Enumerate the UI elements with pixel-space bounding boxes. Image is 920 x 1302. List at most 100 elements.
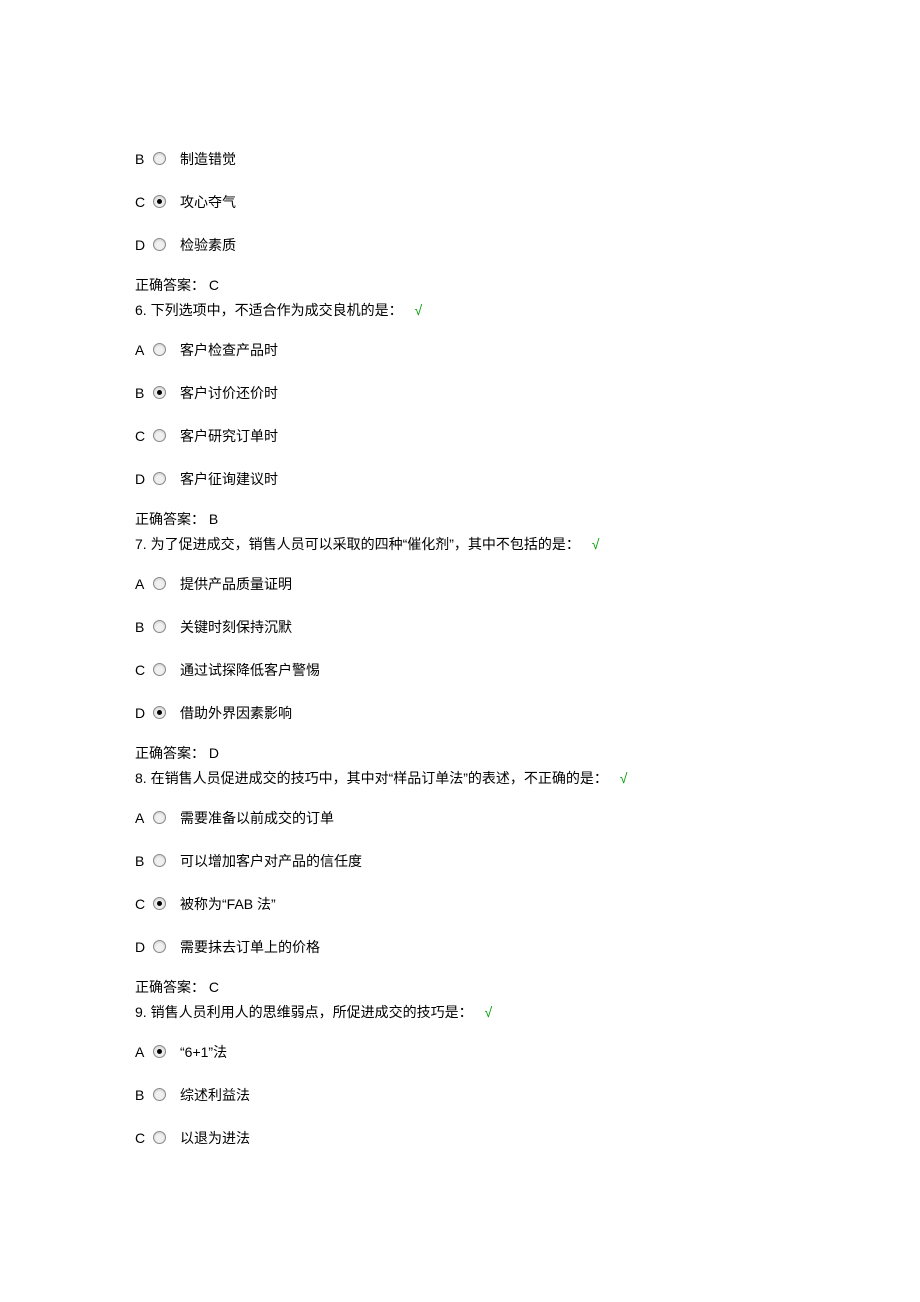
option-text: 被称为“FAB 法” — [180, 894, 276, 915]
radio-icon[interactable] — [153, 1131, 166, 1144]
answer-label: 正确答案： — [135, 511, 205, 527]
option-letter: A — [135, 1042, 153, 1063]
answer-value: D — [209, 745, 219, 761]
q5-option-d[interactable]: D 检验素质 — [135, 232, 920, 259]
radio-icon[interactable] — [153, 152, 166, 165]
option-letter: C — [135, 426, 153, 447]
option-letter: B — [135, 383, 153, 404]
q5-option-c[interactable]: C 攻心夺气 — [135, 189, 920, 216]
option-letter: B — [135, 851, 153, 872]
question-number: 9. — [135, 1004, 147, 1020]
radio-icon[interactable] — [153, 195, 166, 208]
option-text: 借助外界因素影响 — [180, 703, 292, 724]
radio-icon[interactable] — [153, 620, 166, 633]
q6-option-b[interactable]: B 客户讨价还价时 — [135, 380, 920, 407]
q8-answer: 正确答案： C — [135, 977, 920, 998]
radio-icon[interactable] — [153, 1088, 166, 1101]
question-number: 6. — [135, 302, 147, 318]
option-text: 以退为进法 — [180, 1128, 250, 1149]
q7-option-d[interactable]: D 借助外界因素影响 — [135, 700, 920, 727]
q8-question: 8. 在销售人员促进成交的技巧中，其中对“样品订单法”的表述，不正确的是： √ — [135, 768, 920, 789]
option-letter: B — [135, 1085, 153, 1106]
radio-icon[interactable] — [153, 386, 166, 399]
q8-option-b[interactable]: B 可以增加客户对产品的信任度 — [135, 848, 920, 875]
q9-option-a[interactable]: A “6+1”法 — [135, 1039, 920, 1066]
radio-icon[interactable] — [153, 472, 166, 485]
option-text: 提供产品质量证明 — [180, 574, 292, 595]
option-text: 关键时刻保持沉默 — [180, 617, 292, 638]
option-letter: A — [135, 574, 153, 595]
question-number: 7. — [135, 536, 147, 552]
option-letter: C — [135, 1128, 153, 1149]
answer-label: 正确答案： — [135, 277, 205, 293]
question-text: 为了促进成交，销售人员可以采取的四种“催化剂”，其中不包括的是： — [151, 536, 580, 552]
radio-icon[interactable] — [153, 343, 166, 356]
check-icon: √ — [484, 1004, 492, 1020]
radio-icon[interactable] — [153, 811, 166, 824]
q8-option-d[interactable]: D 需要抹去订单上的价格 — [135, 934, 920, 961]
answer-label: 正确答案： — [135, 979, 205, 995]
option-letter: D — [135, 937, 153, 958]
question-number: 8. — [135, 770, 147, 786]
question-text: 销售人员利用人的思维弱点，所促进成交的技巧是： — [151, 1004, 473, 1020]
option-letter: B — [135, 617, 153, 638]
question-text: 在销售人员促进成交的技巧中，其中对“样品订单法”的表述，不正确的是： — [151, 770, 608, 786]
option-text: 可以增加客户对产品的信任度 — [180, 851, 362, 872]
option-text: 综述利益法 — [180, 1085, 250, 1106]
radio-icon[interactable] — [153, 1045, 166, 1058]
option-text: 通过试探降低客户警惕 — [180, 660, 320, 681]
q6-option-c[interactable]: C 客户研究订单时 — [135, 423, 920, 450]
option-text: 客户讨价还价时 — [180, 383, 278, 404]
q7-question: 7. 为了促进成交，销售人员可以采取的四种“催化剂”，其中不包括的是： √ — [135, 534, 920, 555]
check-icon: √ — [620, 770, 628, 786]
q7-option-c[interactable]: C 通过试探降低客户警惕 — [135, 657, 920, 684]
option-letter: D — [135, 469, 153, 490]
q6-option-d[interactable]: D 客户征询建议时 — [135, 466, 920, 493]
q6-option-a[interactable]: A 客户检查产品时 — [135, 337, 920, 364]
answer-value: C — [209, 277, 219, 293]
option-letter: C — [135, 660, 153, 681]
radio-icon[interactable] — [153, 577, 166, 590]
radio-icon[interactable] — [153, 238, 166, 251]
q7-answer: 正确答案： D — [135, 743, 920, 764]
radio-icon[interactable] — [153, 429, 166, 442]
option-letter: C — [135, 894, 153, 915]
option-letter: C — [135, 192, 153, 213]
q6-answer: 正确答案： B — [135, 509, 920, 530]
option-text: “6+1”法 — [180, 1042, 227, 1063]
radio-icon[interactable] — [153, 897, 166, 910]
answer-value: B — [209, 511, 218, 527]
option-letter: A — [135, 808, 153, 829]
option-letter: B — [135, 149, 153, 170]
check-icon: √ — [592, 536, 600, 552]
option-text: 制造错觉 — [180, 149, 236, 170]
q9-question: 9. 销售人员利用人的思维弱点，所促进成交的技巧是： √ — [135, 1002, 920, 1023]
option-letter: D — [135, 235, 153, 256]
q7-option-b[interactable]: B 关键时刻保持沉默 — [135, 614, 920, 641]
radio-icon[interactable] — [153, 854, 166, 867]
radio-icon[interactable] — [153, 663, 166, 676]
q6-question: 6. 下列选项中，不适合作为成交良机的是： √ — [135, 300, 920, 321]
q8-option-a[interactable]: A 需要准备以前成交的订单 — [135, 805, 920, 832]
option-letter: D — [135, 703, 153, 724]
check-icon: √ — [414, 302, 422, 318]
q7-option-a[interactable]: A 提供产品质量证明 — [135, 571, 920, 598]
q5-option-b[interactable]: B 制造错觉 — [135, 146, 920, 173]
option-letter: A — [135, 340, 153, 361]
option-text: 客户检查产品时 — [180, 340, 278, 361]
option-text: 客户研究订单时 — [180, 426, 278, 447]
option-text: 需要抹去订单上的价格 — [180, 937, 320, 958]
radio-icon[interactable] — [153, 940, 166, 953]
q5-answer: 正确答案： C — [135, 275, 920, 296]
q9-option-b[interactable]: B 综述利益法 — [135, 1082, 920, 1109]
option-text: 攻心夺气 — [180, 192, 236, 213]
option-text: 检验素质 — [180, 235, 236, 256]
radio-icon[interactable] — [153, 706, 166, 719]
q9-option-c[interactable]: C 以退为进法 — [135, 1125, 920, 1152]
option-text: 需要准备以前成交的订单 — [180, 808, 334, 829]
question-text: 下列选项中，不适合作为成交良机的是： — [151, 302, 403, 318]
answer-label: 正确答案： — [135, 745, 205, 761]
answer-value: C — [209, 979, 219, 995]
q8-option-c[interactable]: C 被称为“FAB 法” — [135, 891, 920, 918]
option-text: 客户征询建议时 — [180, 469, 278, 490]
